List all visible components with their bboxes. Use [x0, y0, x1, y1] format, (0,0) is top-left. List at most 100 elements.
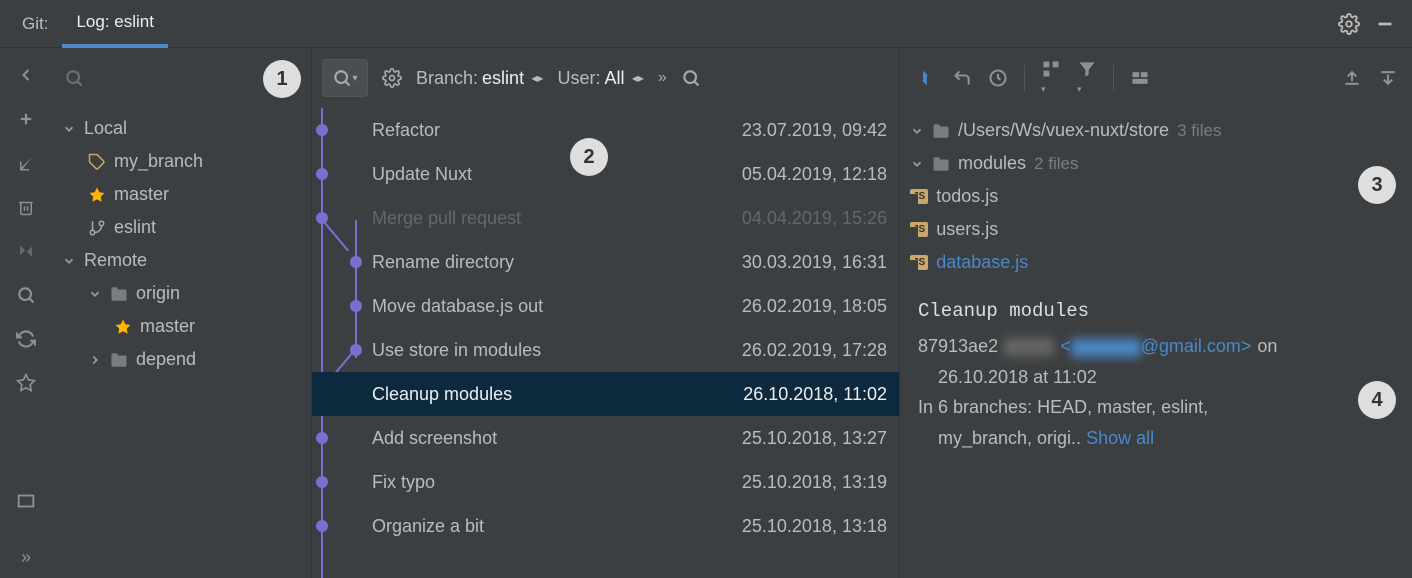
redacted-name	[1004, 338, 1054, 356]
commit-row[interactable]: Add screenshot25.10.2018, 13:27	[312, 416, 899, 460]
search-icon[interactable]	[681, 68, 701, 88]
branches-line: In 6 branches: HEAD, master, eslint,	[918, 392, 1394, 423]
tree-local-group[interactable]: Local	[52, 112, 311, 145]
modules-label: modules	[958, 153, 1026, 174]
top-tabs: Git: Log: eslint	[0, 0, 1412, 48]
collapse-diff-icon[interactable]	[914, 67, 936, 89]
commit-date: 25.10.2018, 13:19	[742, 472, 899, 493]
tag-icon	[88, 153, 106, 171]
commit-list[interactable]: Refactor23.07.2019, 09:42Update Nuxt05.0…	[312, 108, 899, 578]
commit-message: Merge pull request	[372, 208, 742, 229]
commit-message: Organize a bit	[372, 516, 742, 537]
commit-row[interactable]: Move database.js out26.02.2019, 18:05	[312, 284, 899, 328]
folder-icon	[932, 122, 950, 140]
show-all-link[interactable]: Show all	[1086, 428, 1154, 448]
branch-icon	[88, 219, 106, 237]
chevron-down-icon	[88, 287, 102, 301]
minimize-icon[interactable]	[1374, 13, 1396, 35]
commit-date: 05.04.2019, 12:18	[742, 164, 899, 185]
star-icon[interactable]	[15, 372, 37, 394]
more-icon[interactable]: »	[658, 69, 667, 87]
collapse-icon[interactable]	[1378, 68, 1398, 88]
branch-filter[interactable]: Branch: eslint ◂▸	[416, 68, 543, 89]
clock-icon[interactable]	[988, 68, 1008, 88]
group-icon[interactable]: ▾	[1041, 59, 1061, 97]
refresh-icon[interactable]	[15, 328, 37, 350]
commit-row[interactable]: Merge pull request04.04.2019, 15:26	[312, 196, 899, 240]
chevron-down-icon	[910, 124, 924, 138]
search-icon[interactable]	[15, 284, 37, 306]
commit-row[interactable]: Refactor23.07.2019, 09:42	[312, 108, 899, 152]
branch-item[interactable]: master	[52, 310, 311, 343]
file-name: todos.js	[936, 186, 998, 207]
trash-icon[interactable]	[15, 196, 37, 218]
collapse-icon[interactable]	[15, 64, 37, 86]
branch-item[interactable]: master	[52, 178, 311, 211]
commit-row[interactable]: Cleanup modules26.10.2018, 11:02	[312, 372, 899, 416]
search-icon	[64, 68, 84, 88]
branch-search[interactable]: 1	[52, 48, 311, 108]
callout-marker-1: 1	[263, 60, 301, 98]
file-name: users.js	[936, 219, 998, 240]
callout-marker-3: 3	[1358, 166, 1396, 204]
commit-message: Use store in modules	[372, 340, 742, 361]
arrow-down-left-icon[interactable]	[15, 152, 37, 174]
branch-item[interactable]: eslint	[52, 211, 311, 244]
callout-marker-2: 2	[570, 138, 608, 176]
js-file-icon: JS	[910, 255, 928, 270]
commit-message: Add screenshot	[372, 428, 742, 449]
filter-icon[interactable]: ▾	[1077, 59, 1097, 97]
redacted-email	[1071, 339, 1141, 357]
undo-icon[interactable]	[952, 68, 972, 88]
branches-line2: my_branch, origi.. Show all	[918, 423, 1394, 454]
file-name: database.js	[936, 252, 1028, 273]
log-tab[interactable]: Log: eslint	[62, 0, 168, 48]
filter-search-button[interactable]: ▾	[322, 59, 368, 97]
gear-icon[interactable]	[382, 68, 402, 88]
compare-icon[interactable]	[15, 240, 37, 262]
commit-date: 25.10.2018, 13:18	[742, 516, 899, 537]
commit-info: Cleanup modules 87913ae2 <@gmail.com> on…	[900, 285, 1412, 464]
branch-name: eslint	[114, 217, 156, 238]
expand-icon[interactable]	[1342, 68, 1362, 88]
tree-remote-group[interactable]: Remote	[52, 244, 311, 277]
commit-date: 25.10.2018, 13:27	[742, 428, 899, 449]
commit-hash-line: 87913ae2 <@gmail.com> on	[918, 331, 1277, 362]
tree-origin-group[interactable]: origin	[52, 277, 311, 310]
root-path: /Users/Ws/vuex-nuxt/store	[958, 120, 1169, 141]
branch-name: master	[140, 316, 195, 337]
branch-name: my_branch	[114, 151, 203, 172]
file-tree: /Users/Ws/vuex-nuxt/store 3 files module…	[900, 108, 1412, 285]
commit-date: 26.10.2018 at 11:02	[918, 362, 1394, 393]
js-file-icon: JS	[910, 222, 928, 237]
more-icon[interactable]: »	[15, 546, 37, 568]
star-icon	[114, 318, 132, 336]
left-toolbar: »	[0, 48, 52, 578]
plus-icon[interactable]	[15, 108, 37, 130]
commit-message: Move database.js out	[372, 296, 742, 317]
commit-row[interactable]: Rename directory30.03.2019, 16:31	[312, 240, 899, 284]
file-tree-root[interactable]: /Users/Ws/vuex-nuxt/store 3 files	[900, 114, 1412, 147]
commit-date: 26.02.2019, 18:05	[742, 296, 899, 317]
commit-toolbar: ▾ Branch: eslint ◂▸ User: All ◂▸ »	[312, 48, 899, 108]
depend-label: depend	[136, 349, 196, 370]
gear-icon[interactable]	[1338, 13, 1360, 35]
file-item[interactable]: JS database.js	[900, 246, 1412, 279]
rect-icon[interactable]	[15, 490, 37, 512]
detail-toolbar: ▾ ▾	[900, 48, 1412, 108]
file-tree-modules[interactable]: modules 2 files	[900, 147, 1412, 180]
commit-row[interactable]: Fix typo25.10.2018, 13:19	[312, 460, 899, 504]
file-item[interactable]: JS todos.js	[900, 180, 1412, 213]
file-item[interactable]: JS users.js	[900, 213, 1412, 246]
chevron-down-icon	[910, 157, 924, 171]
branch-item[interactable]: my_branch	[52, 145, 311, 178]
file-count: 2 files	[1034, 154, 1078, 174]
branch-name: master	[114, 184, 169, 205]
commit-date: 26.02.2019, 17:28	[742, 340, 899, 361]
commit-message: Rename directory	[372, 252, 742, 273]
tree-depend-group[interactable]: depend	[52, 343, 311, 376]
commit-row[interactable]: Organize a bit25.10.2018, 13:18	[312, 504, 899, 548]
user-filter[interactable]: User: All ◂▸	[557, 68, 643, 89]
layout-icon[interactable]	[1130, 68, 1150, 88]
commit-row[interactable]: Use store in modules26.02.2019, 17:28	[312, 328, 899, 372]
